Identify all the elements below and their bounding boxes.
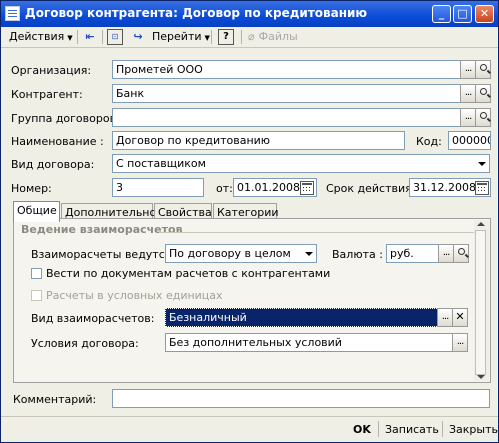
- files-label: Файлы: [258, 30, 298, 43]
- contract-conditions-field[interactable]: Без дополнительных условий: [165, 333, 454, 352]
- contract-kind-dropdown-button[interactable]: [475, 155, 489, 172]
- settlement-type-label: Вид взаиморасчетов:: [31, 312, 155, 325]
- organization-select-button[interactable]: [460, 60, 476, 79]
- tab-general[interactable]: Общие: [13, 201, 60, 222]
- scroll-up-icon[interactable]: [477, 222, 485, 226]
- files-button[interactable]: ⌀ Файлы: [248, 29, 298, 45]
- currency-label: Валюта :: [332, 248, 383, 261]
- comment-label: Комментарий:: [13, 393, 97, 406]
- search-icon: [480, 88, 487, 95]
- settlement-mode-label: Взаиморасчеты ведутся:: [31, 248, 176, 261]
- go-to-icon[interactable]: ↪: [130, 29, 146, 45]
- scroll-down-icon[interactable]: [477, 375, 485, 379]
- footer-separator: [442, 421, 443, 437]
- window-title: Договор контрагента: Договор по кредитов…: [25, 6, 368, 20]
- number-label: Номер:: [11, 182, 52, 195]
- actions-menu-label: Действия: [9, 30, 65, 43]
- checkbox-by-documents[interactable]: [31, 268, 42, 279]
- ok-button[interactable]: OK: [353, 421, 371, 439]
- contract-conditions-label: Условия договора:: [31, 337, 139, 350]
- contract-group-select-button[interactable]: [460, 108, 476, 127]
- contract-kind-select[interactable]: С поставщиком: [112, 154, 490, 173]
- contract-kind-label: Вид договора:: [11, 158, 95, 171]
- organization-open-button[interactable]: [475, 60, 491, 79]
- chevron-down-icon: ▼: [67, 34, 73, 42]
- organization-field[interactable]: Прометей ООО: [112, 60, 461, 79]
- move-left-icon[interactable]: ⇤: [82, 29, 98, 45]
- checkbox-conventional-units-label: Расчеты в условных единицах: [46, 289, 223, 302]
- goto-menu[interactable]: Перейти ▼: [152, 29, 210, 45]
- toolbar-separator: [77, 30, 78, 44]
- checkbox-conventional-units[interactable]: [31, 290, 42, 301]
- date-from-label: от:: [216, 182, 233, 195]
- toolbar-separator: [102, 30, 103, 44]
- organization-label: Организация:: [11, 64, 92, 77]
- code-field[interactable]: 000000: [448, 131, 491, 150]
- close-button[interactable]: Закрыть: [449, 421, 498, 439]
- search-icon: [480, 112, 487, 119]
- toolbar-separator: [211, 30, 212, 44]
- form-icon: [5, 6, 20, 21]
- name-label: Наименование :: [11, 135, 104, 148]
- clear-icon[interactable]: ✕: [452, 308, 468, 327]
- section-title: Ведение взаиморасчетов: [21, 223, 183, 236]
- number-field[interactable]: 3: [112, 178, 204, 197]
- search-icon: [458, 248, 465, 255]
- actions-menu[interactable]: Действия ▼: [9, 29, 73, 45]
- counterparty-field[interactable]: Банк: [112, 84, 461, 103]
- chevron-down-icon: [305, 252, 313, 256]
- footer-separator: [378, 421, 379, 437]
- save-button[interactable]: Записать: [385, 421, 439, 439]
- scrollbar-thumb[interactable]: [475, 230, 486, 375]
- document-structure-icon[interactable]: ⊡: [107, 29, 123, 45]
- title-bar[interactable]: Договор контрагента: Договор по кредитов…: [1, 1, 498, 27]
- dialog-window: Договор контрагента: Договор по кредитов…: [0, 0, 499, 443]
- search-icon: [480, 64, 487, 71]
- contract-group-field[interactable]: [112, 108, 461, 127]
- currency-open-button[interactable]: [453, 244, 469, 263]
- minimize-button[interactable]: _: [432, 5, 451, 23]
- contract-group-open-button[interactable]: [475, 108, 491, 127]
- term-label: Срок действия:: [326, 182, 416, 195]
- contract-group-label: Группа договоров:: [11, 112, 120, 125]
- calendar-icon[interactable]: [475, 181, 489, 195]
- counterparty-open-button[interactable]: [475, 84, 491, 103]
- comment-field[interactable]: [112, 389, 490, 408]
- settlement-mode-select[interactable]: По договору в целом: [165, 244, 317, 263]
- help-button[interactable]: ?: [218, 29, 234, 45]
- close-window-button[interactable]: ✕: [475, 5, 494, 23]
- counterparty-label: Контрагент:: [11, 88, 83, 101]
- code-label: Код:: [416, 135, 442, 148]
- chevron-down-icon: [478, 162, 486, 166]
- currency-field[interactable]: руб.: [386, 244, 439, 263]
- toolbar-separator: [241, 30, 242, 44]
- counterparty-select-button[interactable]: [460, 84, 476, 103]
- name-field[interactable]: Договор по кредитованию: [112, 131, 405, 150]
- settlement-type-select-button[interactable]: [437, 308, 453, 327]
- toolbar: Действия ▼ ⇤ ⊡ ↪ Перейти ▼ ? ⌀ Файлы: [1, 27, 498, 48]
- paperclip-icon: ⌀: [248, 30, 255, 43]
- section-divider: [159, 232, 474, 233]
- checkbox-by-documents-label: Вести по документам расчетов с контраген…: [46, 267, 331, 280]
- chevron-down-icon: ▼: [204, 34, 210, 42]
- settlement-type-field[interactable]: Безналичный: [165, 308, 439, 327]
- calendar-icon[interactable]: [300, 181, 314, 195]
- contract-conditions-select-button[interactable]: [452, 333, 468, 352]
- settlement-mode-dropdown-button[interactable]: [302, 245, 316, 262]
- currency-select-button[interactable]: [438, 244, 454, 263]
- panel-scrollbar[interactable]: [474, 220, 489, 381]
- goto-menu-label: Перейти: [152, 30, 202, 43]
- maximize-button[interactable]: □: [453, 5, 472, 23]
